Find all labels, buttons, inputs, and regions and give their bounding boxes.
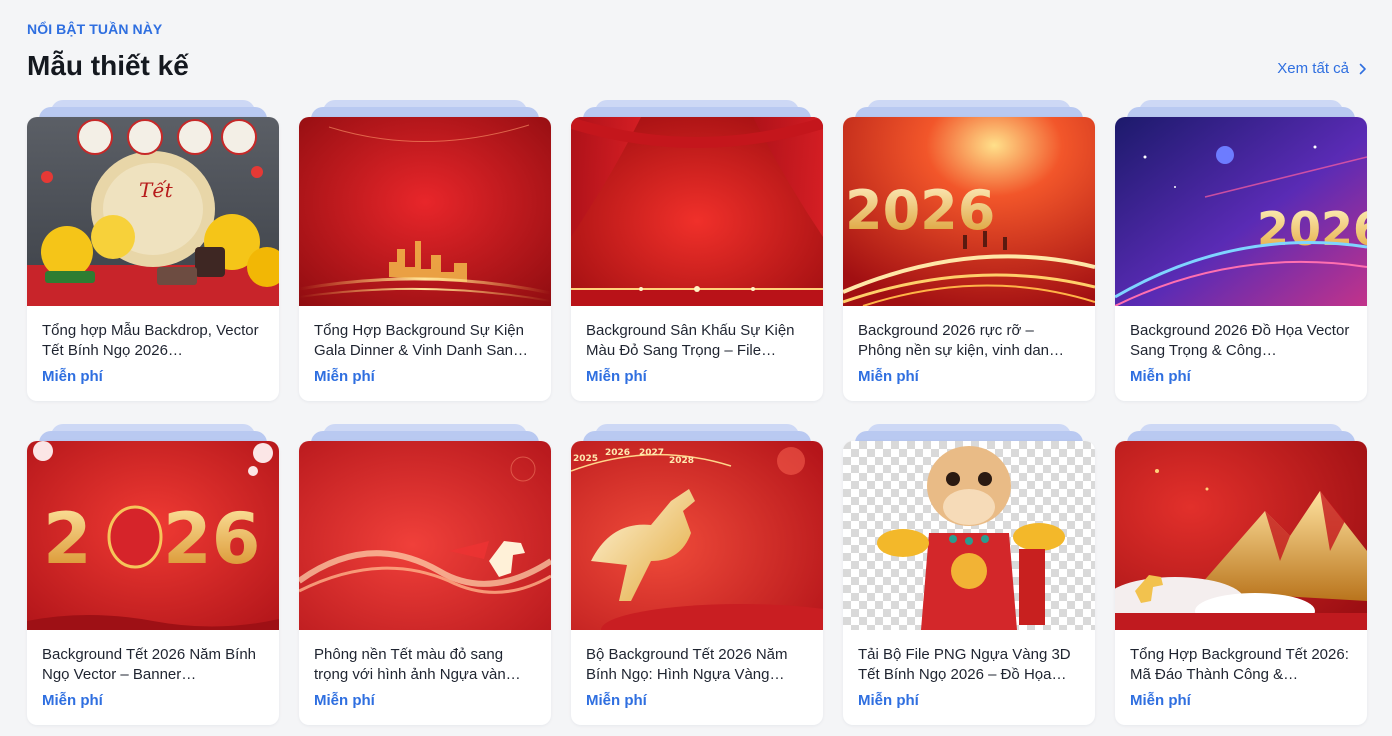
design-card-link[interactable]: 2026 Background 2026 rực rỡ – Phông nền … (843, 117, 1095, 401)
svg-text:2028: 2028 (669, 456, 694, 466)
card-thumbnail (299, 117, 551, 306)
card-thumbnail (571, 117, 823, 306)
card-title: Phông nền Tết màu đỏ sang trọng với hình… (314, 646, 521, 683)
design-card: 2 26 Background Tết 2026 Năm Bính Ngọ Ve… (27, 424, 279, 725)
design-card: 2026 Background 2026 rực rỡ – Phông nền … (843, 100, 1095, 401)
card-title: Background 2026 rực rỡ – Phông nền sự ki… (858, 322, 1065, 359)
design-card: Phông nền Tết màu đỏ sang trọng với hình… (299, 424, 551, 725)
design-card: Tổng Hợp Background Sự Kiện Gala Dinner … (299, 100, 551, 401)
card-thumbnail (1115, 441, 1367, 630)
gold-mountain-thumbnail (1115, 441, 1367, 630)
card-title: Background 2026 Đồ Họa Vector Sang Trọng… (1130, 322, 1350, 359)
section-header: NỔI BẬT TUẦN NÀY Mẫu thiết kế Xem tất cả (27, 20, 1367, 90)
design-card-link[interactable]: 2026 Background 2026 Đồ Họa Vector Sang … (1115, 117, 1367, 401)
red-stage-thumbnail (571, 117, 823, 306)
card-price: Miễn phí (314, 692, 375, 709)
card-title: Bộ Background Tết 2026 Năm Bính Ngọ: Hìn… (586, 646, 788, 683)
card-price: Miễn phí (586, 692, 647, 709)
svg-text:2: 2 (43, 498, 92, 580)
gold-2026-thumbnail: 2026 (843, 117, 1095, 306)
card-price: Miễn phí (1130, 368, 1191, 385)
design-card-link[interactable]: Tết Tổng hợp Mẫu Backdrop, Vector Tết Bí… (27, 117, 279, 401)
horse-mascot-thumbnail (843, 441, 1095, 630)
section-eyebrow: NỔI BẬT TUẦN NÀY (27, 21, 163, 37)
svg-text:2026: 2026 (1257, 202, 1367, 256)
red-horse-silk-thumbnail (299, 441, 551, 630)
design-card-link[interactable]: Background Sân Khấu Sự Kiện Màu Đỏ Sang … (571, 117, 823, 401)
card-price: Miễn phí (858, 692, 919, 709)
design-card: Background Sân Khấu Sự Kiện Màu Đỏ Sang … (571, 100, 823, 401)
svg-text:2027: 2027 (639, 448, 664, 458)
card-price: Miễn phí (586, 368, 647, 385)
gold-horse-thumbnail: 2025 2026 2027 2028 (571, 441, 823, 630)
card-price: Miễn phí (42, 368, 103, 385)
red-2026-lantern-thumbnail: 2 26 (27, 441, 279, 630)
card-thumbnail: 2026 (1115, 117, 1367, 306)
see-all-link[interactable]: Xem tất cả (1277, 60, 1367, 77)
card-title: Background Sân Khấu Sự Kiện Màu Đỏ Sang … (586, 322, 795, 359)
red-gala-thumbnail (299, 117, 551, 306)
card-price: Miễn phí (1130, 692, 1191, 709)
svg-text:Tết: Tết (139, 178, 174, 202)
card-price: Miễn phí (858, 368, 919, 385)
purple-2026-thumbnail: 2026 (1115, 117, 1367, 306)
design-card: Tải Bộ File PNG Ngựa Vàng 3D Tết Bính Ng… (843, 424, 1095, 725)
card-title: Tổng Hợp Background Sự Kiện Gala Dinner … (314, 322, 529, 359)
design-card: Tổng Hợp Background Tết 2026: Mã Đáo Thà… (1115, 424, 1367, 725)
design-card: 2025 2026 2027 2028 Bộ Background Tết 20… (571, 424, 823, 725)
design-card: Tết Tổng hợp Mẫu Backdrop, Vector Tết Bí… (27, 100, 279, 401)
card-price: Miễn phí (42, 692, 103, 709)
design-card-link[interactable]: 2 26 Background Tết 2026 Năm Bính Ngọ Ve… (27, 441, 279, 725)
card-thumbnail: 2025 2026 2027 2028 (571, 441, 823, 630)
card-thumbnail: 2026 (843, 117, 1095, 306)
design-card-link[interactable]: 2025 2026 2027 2028 Bộ Background Tết 20… (571, 441, 823, 725)
section-title: Mẫu thiết kế (27, 50, 189, 81)
svg-text:2026: 2026 (605, 448, 630, 458)
design-card-link[interactable]: Phông nền Tết màu đỏ sang trọng với hình… (299, 441, 551, 725)
svg-text:26: 26 (163, 498, 260, 580)
card-thumbnail: 2 26 (27, 441, 279, 630)
design-card-link[interactable]: Tổng Hợp Background Sự Kiện Gala Dinner … (299, 117, 551, 401)
see-all-label: Xem tất cả (1277, 60, 1349, 77)
design-grid: Tết Tổng hợp Mẫu Backdrop, Vector Tết Bí… (27, 100, 1367, 725)
card-thumbnail (299, 441, 551, 630)
card-thumbnail (843, 441, 1095, 630)
card-thumbnail: Tết (27, 117, 279, 306)
design-card-link[interactable]: Tải Bộ File PNG Ngựa Vàng 3D Tết Bính Ng… (843, 441, 1095, 725)
design-card: 2026 Background 2026 Đồ Họa Vector Sang … (1115, 100, 1367, 401)
design-card-link[interactable]: Tổng Hợp Background Tết 2026: Mã Đáo Thà… (1115, 441, 1367, 725)
card-title: Tổng hợp Mẫu Backdrop, Vector Tết Bính N… (42, 322, 259, 359)
card-price: Miễn phí (314, 368, 375, 385)
card-title: Background Tết 2026 Năm Bính Ngọ Vector … (42, 646, 257, 683)
svg-text:2025: 2025 (573, 454, 598, 464)
tet-backdrop-thumbnail: Tết (27, 117, 279, 306)
svg-text:2026: 2026 (845, 179, 995, 242)
card-title: Tải Bộ File PNG Ngựa Vàng 3D Tết Bính Ng… (858, 646, 1071, 683)
card-title: Tổng Hợp Background Tết 2026: Mã Đáo Thà… (1130, 646, 1349, 683)
chevron-right-icon (1359, 63, 1366, 74)
